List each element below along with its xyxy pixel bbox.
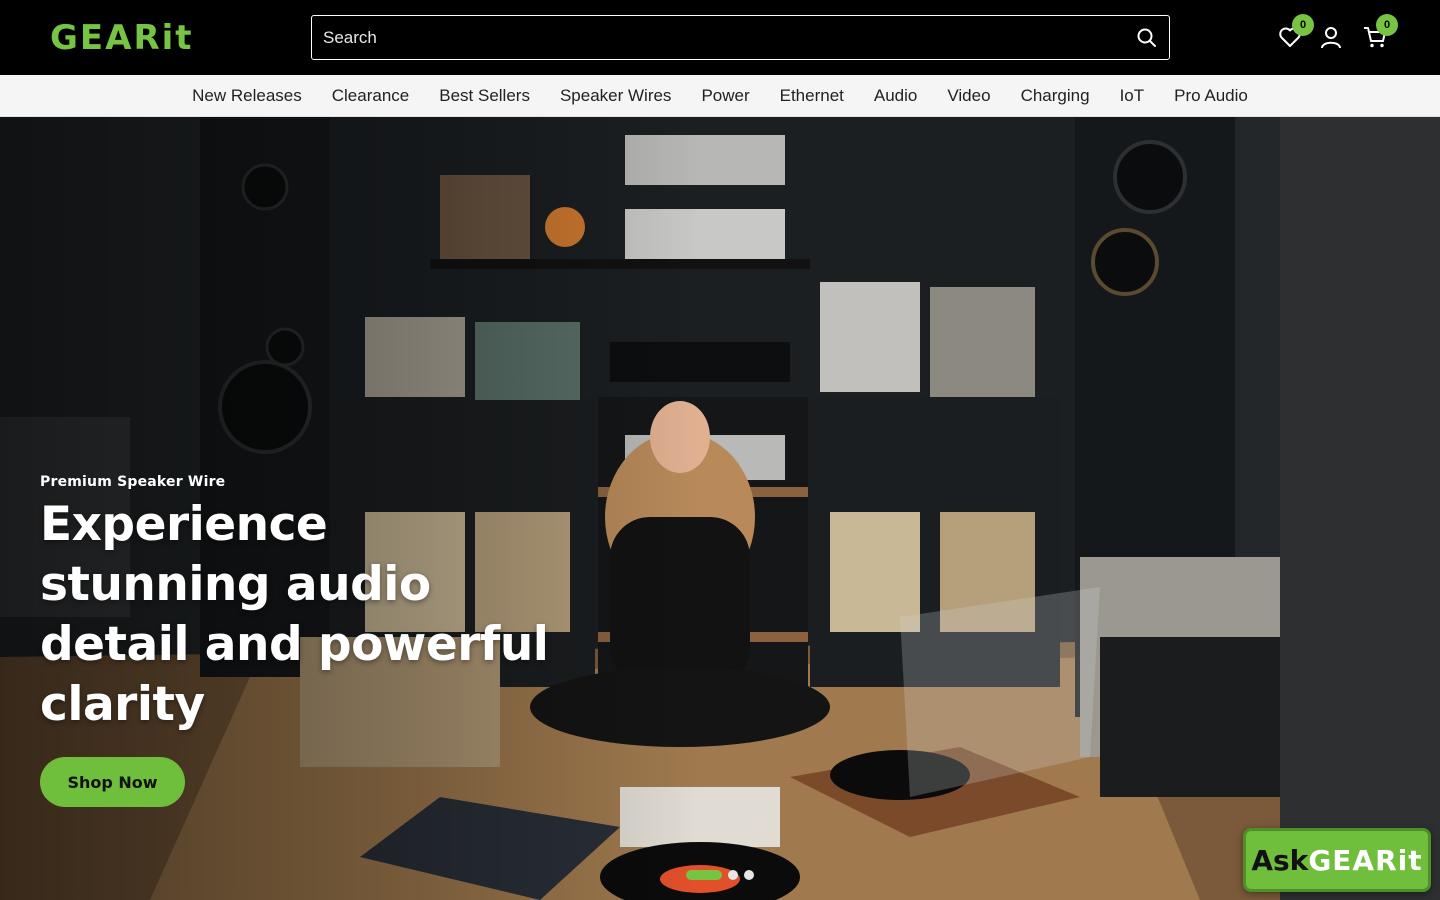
search-bar — [311, 15, 1170, 60]
hero-eyebrow: Premium Speaker Wire — [40, 474, 226, 490]
nav-item-iot[interactable]: IoT — [1105, 75, 1160, 117]
nav-item-clearance[interactable]: Clearance — [317, 75, 425, 117]
ask-gearit-button[interactable]: Ask GEARit — [1243, 828, 1431, 892]
nav-item-audio[interactable]: Audio — [859, 75, 932, 117]
nav-item-power[interactable]: Power — [686, 75, 764, 117]
slide-dot-2[interactable] — [728, 870, 738, 880]
nav-item-video[interactable]: Video — [932, 75, 1005, 117]
hero-banner: Premium Speaker Wire Experience stunning… — [0, 117, 1440, 900]
nav-item-best-sellers[interactable]: Best Sellers — [424, 75, 545, 117]
nav-item-ethernet[interactable]: Ethernet — [765, 75, 859, 117]
slide-dot-1[interactable] — [686, 870, 722, 880]
main-nav: New Releases Clearance Best Sellers Spea… — [0, 75, 1440, 117]
nav-list: New Releases Clearance Best Sellers Spea… — [0, 75, 1440, 117]
search-icon[interactable] — [1135, 26, 1159, 50]
gearit-logo[interactable]: GEARit — [50, 19, 194, 57]
ask-label: Ask — [1251, 843, 1309, 877]
shop-now-button[interactable]: Shop Now — [40, 757, 185, 807]
nav-item-new-releases[interactable]: New Releases — [177, 75, 317, 117]
cart-count-badge: 0 — [1376, 14, 1398, 36]
nav-item-pro-audio[interactable]: Pro Audio — [1159, 75, 1263, 117]
hero-headline: Experience stunning audio detail and pow… — [40, 497, 549, 732]
slide-dot-3[interactable] — [744, 870, 754, 880]
search-input[interactable] — [312, 16, 1122, 59]
user-icon[interactable] — [1318, 24, 1344, 50]
nav-item-charging[interactable]: Charging — [1006, 75, 1105, 117]
nav-item-speaker-wires[interactable]: Speaker Wires — [545, 75, 686, 117]
wishlist-count-badge: 0 — [1292, 14, 1314, 36]
slide-indicators — [686, 869, 754, 881]
site-header: GEARit 0 0 — [0, 0, 1440, 75]
ask-brand-label: GEARit — [1308, 843, 1423, 877]
